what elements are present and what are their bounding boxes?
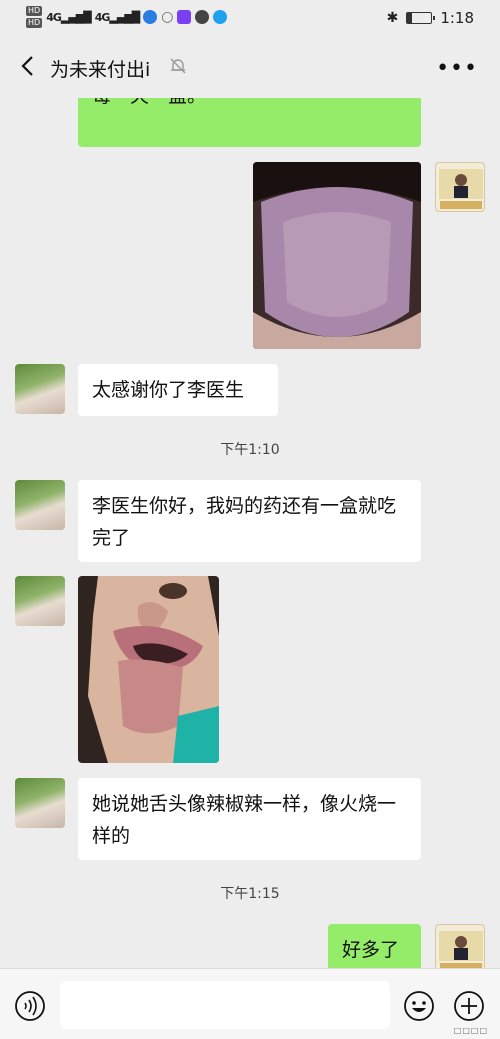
more-actions-plus-icon[interactable]: [453, 990, 485, 1022]
hd-badge: HD: [26, 6, 43, 16]
contact-avatar[interactable]: [15, 480, 65, 530]
contact-avatar[interactable]: [15, 778, 65, 828]
status-right: ✱ 1:18: [387, 9, 474, 27]
hd-indicators: HD HD: [26, 6, 43, 28]
video-app-icon: [177, 10, 192, 24]
search-notification-icon: ○: [161, 9, 174, 25]
message-bubble-incoming[interactable]: 太感谢你了李医生: [78, 364, 278, 416]
doctor-avatar[interactable]: [435, 924, 485, 968]
message-image-mouth-photo[interactable]: [78, 576, 219, 763]
message-text: 她说她舌头像辣椒辣一样，像火烧一样的: [92, 793, 397, 847]
message-text: 李医生你好，我妈的药还有一盒就吃完了: [92, 495, 397, 549]
message-text: 好多了: [342, 939, 400, 961]
message-timestamp: 下午1:15: [220, 886, 280, 902]
hd-badge: HD: [26, 18, 43, 28]
mouth-photo-illustration: [78, 576, 219, 763]
more-options-icon[interactable]: •••: [436, 56, 478, 81]
doctor-avatar-image: [439, 931, 483, 968]
doctor-avatar[interactable]: [435, 162, 485, 212]
emoji-icon[interactable]: [403, 990, 435, 1022]
doctor-avatar-image: [439, 169, 483, 209]
battery-fill: [407, 13, 413, 23]
tongue-photo-illustration: [253, 162, 421, 349]
status-left: HD HD 4G▂▄▆█ 4G▂▄▆█ ○: [26, 6, 228, 28]
chat-messages[interactable]: 每一天一盒。 太感谢你了李医生 下午1:10 李医生你好，我妈的药还有一盒就吃完…: [0, 98, 500, 968]
message-bubble-outgoing[interactable]: 每一天一盒。: [78, 98, 421, 147]
input-bar: □□□□: [0, 968, 500, 1039]
chat-title[interactable]: 为未来付出i: [50, 55, 150, 82]
message-bubble-incoming[interactable]: 李医生你好，我妈的药还有一盒就吃完了: [78, 480, 421, 562]
message-image-tongue-photo[interactable]: [253, 162, 421, 349]
back-arrow-icon[interactable]: [14, 52, 42, 80]
browser-notification-icon: [213, 10, 228, 24]
contact-avatar[interactable]: [15, 576, 65, 626]
chat-notification-icon: [195, 10, 210, 24]
message-timestamp: 下午1:10: [220, 442, 280, 458]
contact-avatar[interactable]: [15, 364, 65, 414]
chat-header: 为未来付出i •••: [0, 36, 500, 98]
message-text: 太感谢你了李医生: [92, 379, 245, 401]
app-notification-icon: [143, 10, 158, 24]
corner-marks: □□□□: [453, 1026, 488, 1035]
signal-icon: 4G▂▄▆█: [94, 10, 141, 24]
message-text: 每一天一盒。: [92, 98, 206, 107]
mute-bell-icon: [170, 58, 186, 74]
voice-input-icon[interactable]: [14, 990, 46, 1022]
battery-icon: [406, 12, 436, 24]
message-input[interactable]: [60, 981, 390, 1029]
message-bubble-incoming[interactable]: 她说她舌头像辣椒辣一样，像火烧一样的: [78, 778, 421, 860]
status-bar: HD HD 4G▂▄▆█ 4G▂▄▆█ ○ ✱ 1:18: [0, 0, 500, 36]
message-bubble-outgoing[interactable]: 好多了: [328, 924, 421, 968]
signal-icon: 4G▂▄▆█: [46, 10, 92, 24]
bluetooth-icon: ✱: [386, 10, 399, 26]
status-time: 1:18: [440, 9, 474, 27]
